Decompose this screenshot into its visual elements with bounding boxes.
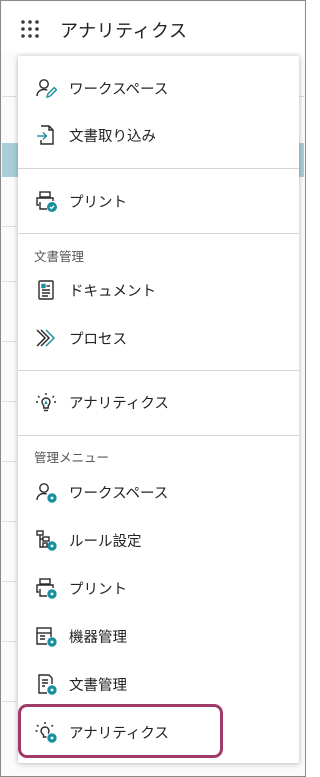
menu-item-label: ワークスペース (69, 486, 169, 502)
background-row-divider (2, 281, 16, 282)
rule-hierarchy-settings-icon (35, 529, 57, 551)
process-chevrons-icon (35, 327, 57, 349)
document-import-icon (35, 124, 57, 146)
app-window: アナリティクス ワークスペース 文書取り込み プリント 文書管理 ドキュメント … (0, 0, 306, 777)
menu-divider (18, 233, 299, 234)
menu-item-documents[interactable]: ドキュメント (18, 267, 299, 313)
menu-item-label: プリント (69, 195, 127, 211)
printer-settings-icon (35, 577, 57, 599)
background-row-divider (2, 401, 16, 402)
background-row-divider (2, 96, 16, 97)
menu-item-print[interactable]: プリント (18, 178, 299, 224)
app-launcher-grid-icon[interactable] (20, 19, 40, 39)
menu-item-label: ワークスペース (69, 82, 169, 98)
menu-item-label: プリント (69, 582, 127, 598)
menu-item-document-import[interactable]: 文書取り込み (18, 112, 299, 158)
printer-check-icon (35, 190, 57, 212)
background-row-divider (2, 701, 16, 702)
app-title: アナリティクス (60, 21, 188, 42)
menu-item-label: プロセス (69, 332, 127, 348)
menu-divider (18, 370, 299, 371)
menu-item-admin-workspace[interactable]: ワークスペース (18, 469, 299, 515)
navigation-menu: ワークスペース 文書取り込み プリント 文書管理 ドキュメント プロセス アナリ… (18, 56, 299, 763)
menu-divider (18, 168, 299, 169)
menu-item-admin-document-management[interactable]: 文書管理 (18, 661, 299, 707)
background-row-divider (2, 521, 16, 522)
top-bar: アナリティクス (2, 2, 304, 52)
device-settings-icon (35, 625, 57, 647)
user-edit-icon (35, 77, 57, 99)
menu-item-admin-print[interactable]: プリント (18, 565, 299, 611)
background-row-divider (2, 641, 16, 642)
menu-item-analytics[interactable]: アナリティクス (18, 379, 299, 425)
menu-item-process[interactable]: プロセス (18, 315, 299, 361)
menu-item-label: ルール設定 (69, 534, 142, 550)
lightbulb-icon (35, 391, 57, 413)
menu-item-label: ドキュメント (69, 284, 156, 300)
background-selected-row (2, 143, 18, 177)
menu-item-label: 文書取り込み (69, 129, 156, 145)
menu-item-device-management[interactable]: 機器管理 (18, 613, 299, 659)
document-list-icon (35, 279, 57, 301)
section-heading-admin-menu: 管理メニュー (34, 450, 110, 465)
user-settings-icon (35, 481, 57, 503)
document-settings-icon (35, 673, 57, 695)
background-row-divider (2, 461, 16, 462)
section-heading-document-management: 文書管理 (34, 249, 85, 264)
menu-divider (18, 435, 299, 436)
selection-highlight (18, 704, 223, 758)
background-row-divider (2, 581, 16, 582)
menu-item-label: アナリティクス (69, 396, 169, 412)
menu-item-label: 文書管理 (69, 678, 127, 694)
menu-item-rule-settings[interactable]: ルール設定 (18, 517, 299, 563)
background-row-divider (2, 226, 16, 227)
menu-item-workspace[interactable]: ワークスペース (18, 65, 299, 111)
background-row-divider (2, 341, 16, 342)
menu-item-label: 機器管理 (69, 630, 127, 646)
